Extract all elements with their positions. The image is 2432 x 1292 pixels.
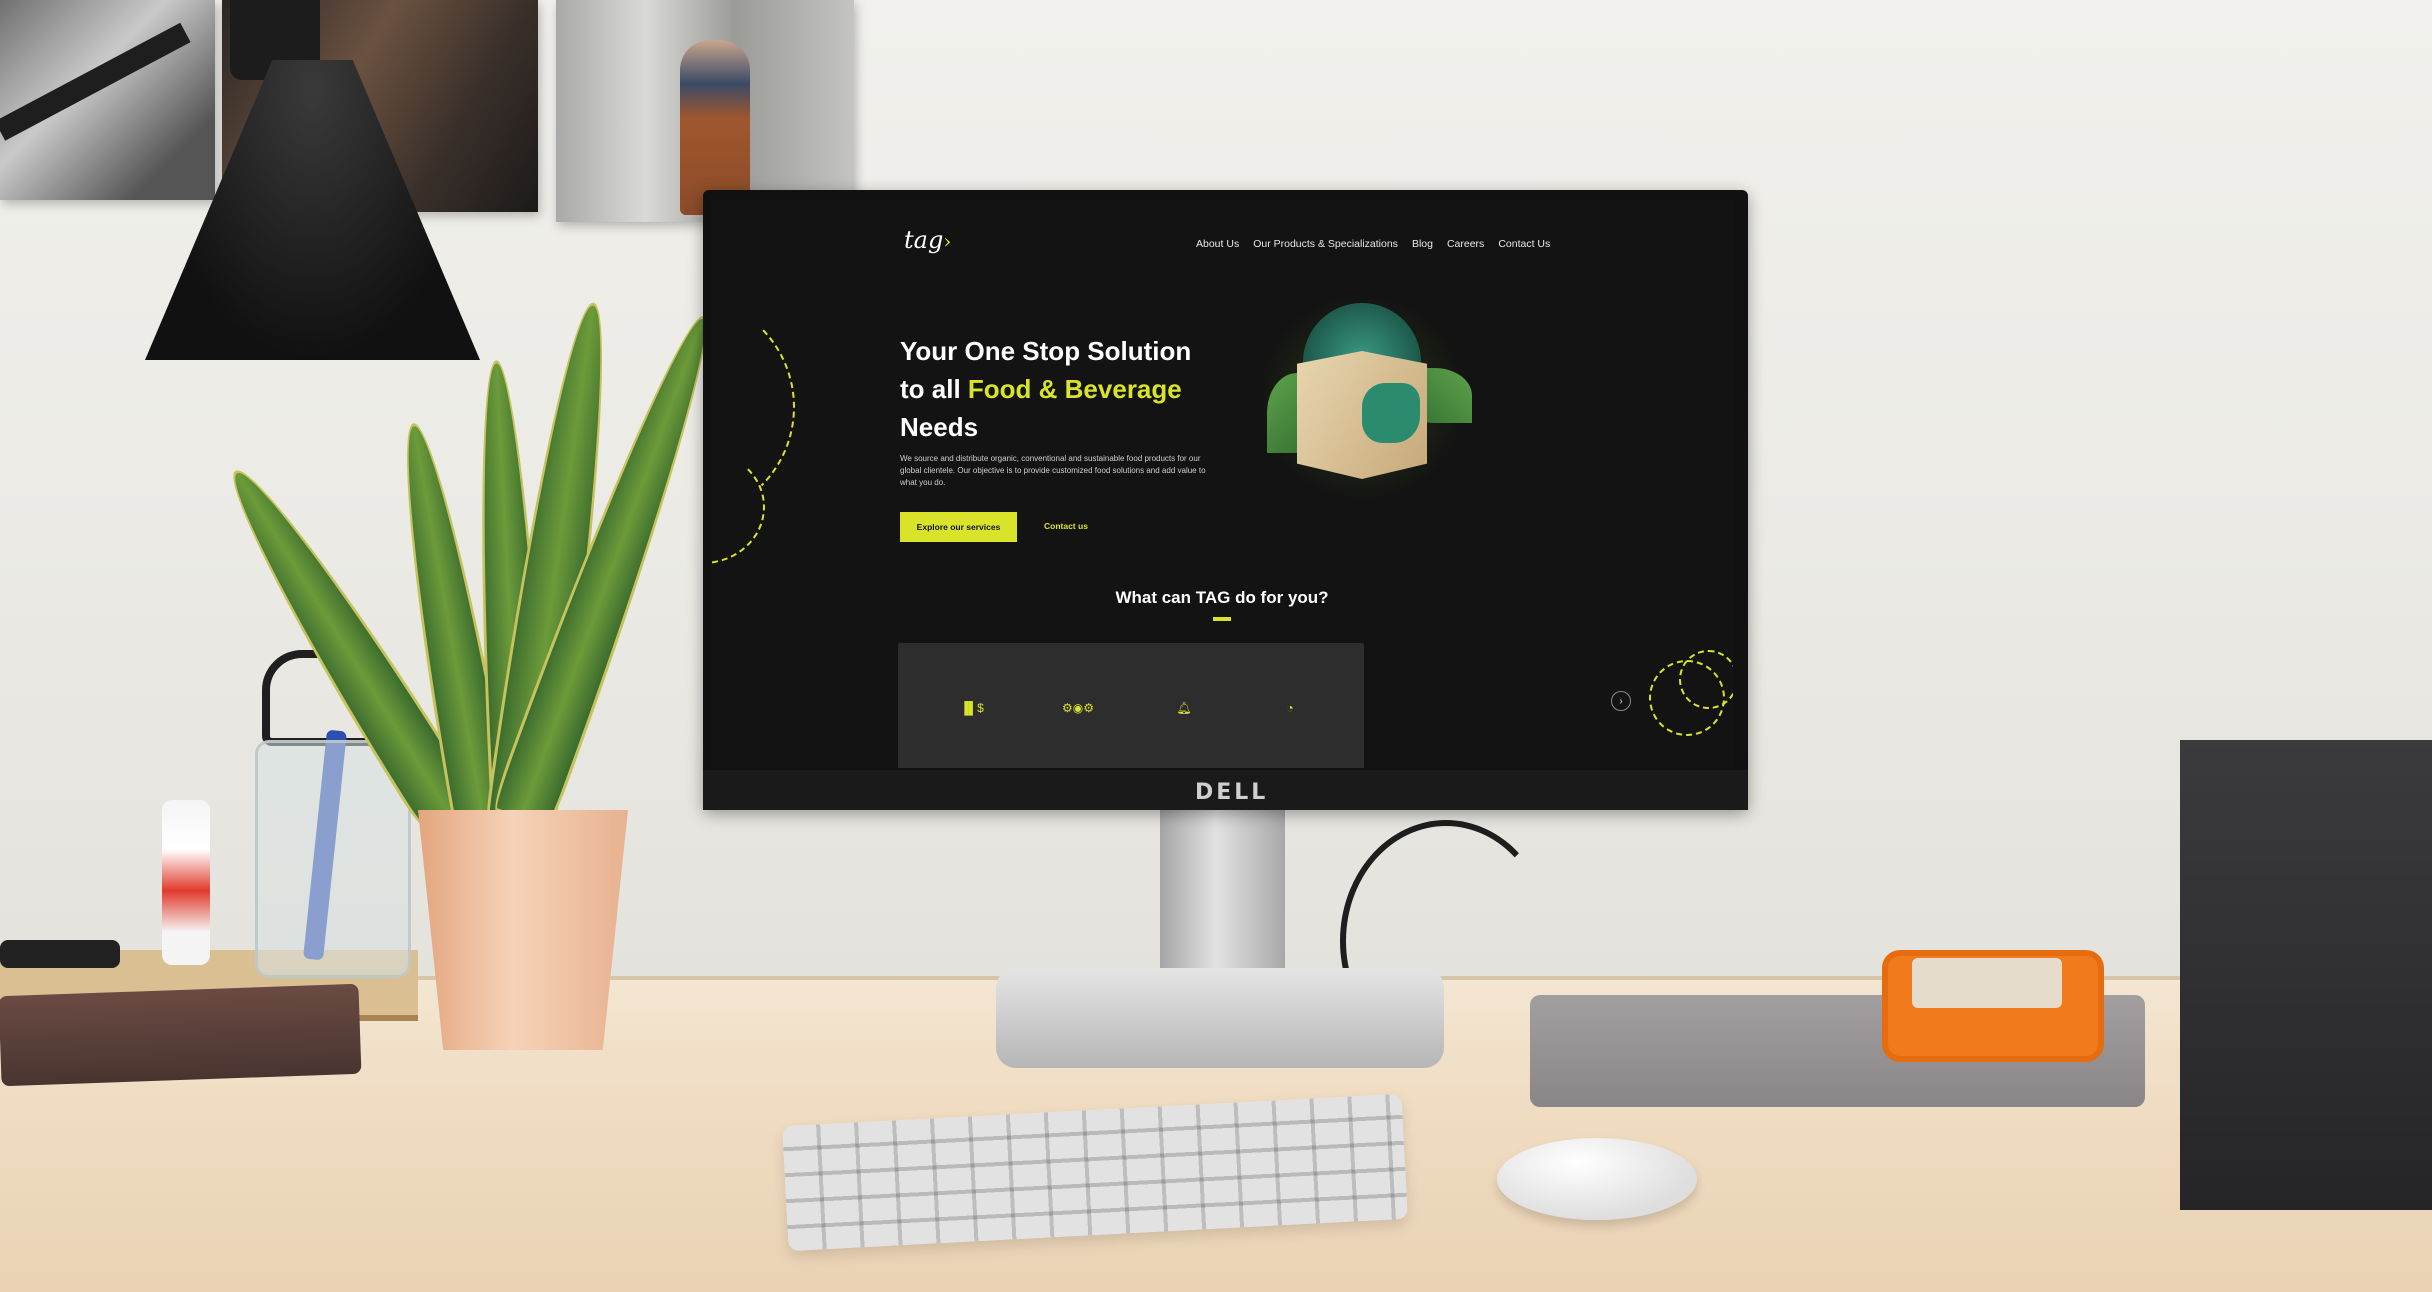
- monitor-screen: tag› About Us Our Products & Specializat…: [711, 200, 1733, 768]
- monitor-brand-logo: DELL: [1195, 780, 1269, 805]
- services-section-title: What can TAG do for you?: [1115, 588, 1329, 607]
- hero-title-accent: Food & Beverage: [967, 374, 1182, 404]
- nav-products[interactable]: Our Products & Specializations: [1253, 238, 1398, 250]
- hero-title: Your One Stop Solution to all Food & Bev…: [900, 332, 1220, 446]
- plant-pot: [418, 810, 628, 1050]
- site-logo[interactable]: tag›: [904, 226, 951, 254]
- logo-chevron-icon: ›: [943, 229, 952, 253]
- explore-services-button[interactable]: Explore our services: [900, 512, 1017, 542]
- main-nav: About Us Our Products & Specializations …: [1196, 238, 1550, 250]
- monitor-base: [996, 968, 1444, 1068]
- phone-dock: [0, 940, 120, 968]
- hero-title-line1: Your One Stop Solution: [900, 336, 1192, 366]
- gauge-icon: ◔: [1286, 701, 1294, 715]
- printer: [2180, 740, 2432, 1210]
- photo-figure: [680, 40, 750, 215]
- logo-text: tag: [904, 226, 944, 254]
- hero-description: We source and distribute organic, conven…: [900, 454, 1206, 487]
- nav-careers[interactable]: Careers: [1447, 238, 1484, 250]
- monitor-stand: [1160, 800, 1285, 995]
- section-underline: [1213, 617, 1231, 621]
- mouse[interactable]: [1497, 1138, 1697, 1220]
- hero-title-prefix: to all: [900, 374, 968, 404]
- world-map-print: [1362, 383, 1420, 443]
- hero-title-line3: Needs: [900, 412, 979, 442]
- drive-label: [1912, 958, 2062, 1008]
- nav-blog[interactable]: Blog: [1412, 238, 1433, 250]
- nav-contact-us[interactable]: Contact Us: [1498, 238, 1550, 250]
- nav-about-us[interactable]: About Us: [1196, 238, 1239, 250]
- hero-illustration: [1257, 298, 1472, 498]
- notebook: [0, 983, 362, 1087]
- contact-us-link[interactable]: Contact us: [1044, 521, 1088, 531]
- carousel-next-button[interactable]: ›: [1611, 691, 1631, 711]
- service-card[interactable]: ◔: [1216, 643, 1364, 768]
- decorative-circle: [1679, 650, 1733, 709]
- glue-stick: [162, 800, 210, 965]
